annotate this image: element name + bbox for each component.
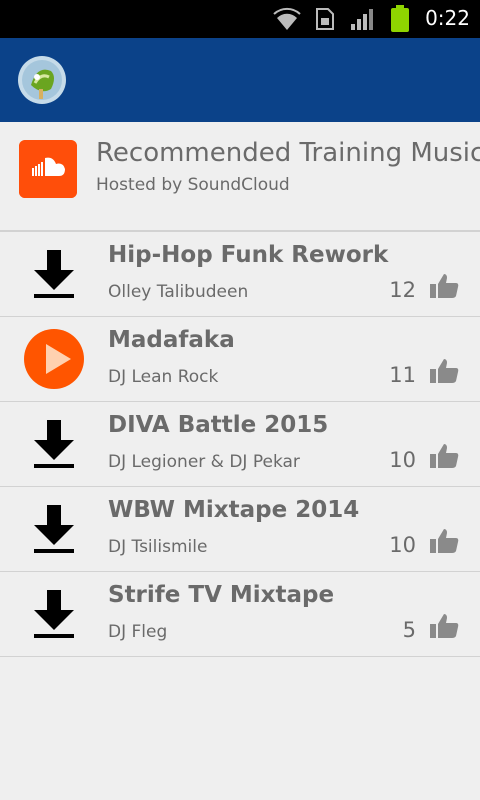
like-count: 10 — [389, 533, 416, 557]
track-title: DIVA Battle 2015 — [108, 412, 329, 438]
track-artist: Olley Talibudeen — [108, 282, 249, 302]
download-icon[interactable] — [24, 499, 84, 559]
thumbs-up-icon[interactable] — [428, 272, 460, 300]
soundcloud-icon — [19, 140, 77, 198]
playlist-title: Recommended Training Music — [96, 138, 480, 168]
app-logo-icon[interactable] — [17, 55, 67, 105]
like-count: 11 — [389, 363, 416, 387]
track-artist: DJ Lean Rock — [108, 367, 219, 387]
track-title: WBW Mixtape 2014 — [108, 497, 360, 523]
signal-icon — [351, 9, 373, 30]
thumbs-up-icon[interactable] — [428, 357, 460, 385]
track-title: Hip-Hop Funk Rework — [108, 242, 389, 268]
playlist-header: Recommended Training Music Hosted by Sou… — [0, 122, 480, 230]
track-list: Hip-Hop Funk Rework Olley Talibudeen 12 … — [0, 232, 480, 657]
status-bar: 0:22 — [0, 0, 480, 38]
like-count: 12 — [389, 278, 416, 302]
track-title: Madafaka — [108, 327, 235, 353]
sim-card-icon — [316, 8, 334, 30]
track-artist: DJ Legioner & DJ Pekar — [108, 452, 300, 472]
download-icon[interactable] — [24, 414, 84, 474]
download-icon[interactable] — [24, 584, 84, 644]
wifi-icon — [273, 7, 301, 30]
track-title: Strife TV Mixtape — [108, 582, 335, 608]
track-row[interactable]: WBW Mixtape 2014 DJ Tsilismile 10 — [0, 487, 480, 572]
like-count: 10 — [389, 448, 416, 472]
download-icon[interactable] — [24, 244, 84, 304]
status-time: 0:22 — [425, 6, 470, 30]
track-row[interactable]: DIVA Battle 2015 DJ Legioner & DJ Pekar … — [0, 402, 480, 487]
track-row[interactable]: Strife TV Mixtape DJ Fleg 5 — [0, 572, 480, 657]
battery-icon — [391, 5, 409, 32]
track-artist: DJ Tsilismile — [108, 537, 208, 557]
like-count: 5 — [402, 618, 416, 642]
play-icon[interactable] — [24, 329, 84, 389]
playlist-subtitle: Hosted by SoundCloud — [96, 175, 290, 195]
track-artist: DJ Fleg — [108, 622, 168, 642]
thumbs-up-icon[interactable] — [428, 612, 460, 640]
app-bar — [0, 38, 480, 122]
thumbs-up-icon[interactable] — [428, 527, 460, 555]
track-row[interactable]: Madafaka DJ Lean Rock 11 — [0, 317, 480, 402]
track-row[interactable]: Hip-Hop Funk Rework Olley Talibudeen 12 — [0, 232, 480, 317]
thumbs-up-icon[interactable] — [428, 442, 460, 470]
